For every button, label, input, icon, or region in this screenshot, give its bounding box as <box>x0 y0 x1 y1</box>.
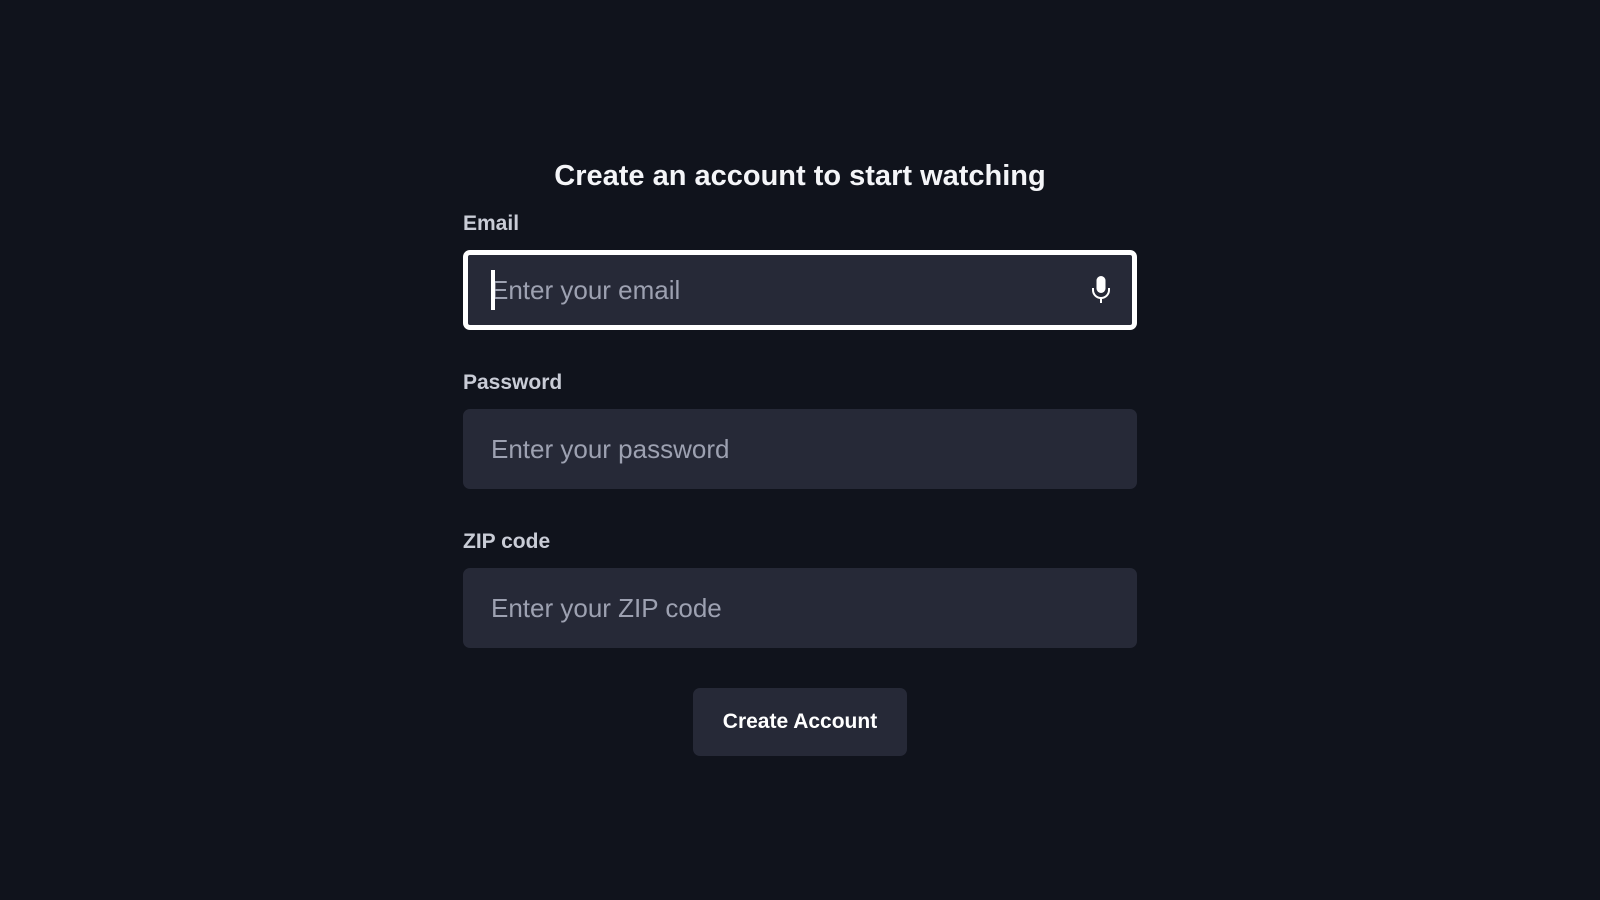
page-title: Create an account to start watching <box>554 160 1046 192</box>
text-caret <box>491 270 495 310</box>
zip-code-field[interactable] <box>463 568 1137 648</box>
email-field-container[interactable] <box>463 250 1137 330</box>
zip-code-field-container[interactable] <box>463 568 1137 648</box>
password-label: Password <box>463 371 563 394</box>
create-account-button[interactable]: Create Account <box>693 688 907 756</box>
signup-form: Create an account to start watching Emai… <box>463 155 1137 756</box>
email-label: Email <box>463 212 520 235</box>
password-field-container[interactable] <box>463 409 1137 489</box>
email-field[interactable] <box>468 255 1132 325</box>
zip-code-label: ZIP code <box>463 530 551 553</box>
microphone-icon[interactable] <box>1090 275 1112 305</box>
button-row: Create Account <box>463 688 1137 756</box>
password-field[interactable] <box>463 409 1137 489</box>
